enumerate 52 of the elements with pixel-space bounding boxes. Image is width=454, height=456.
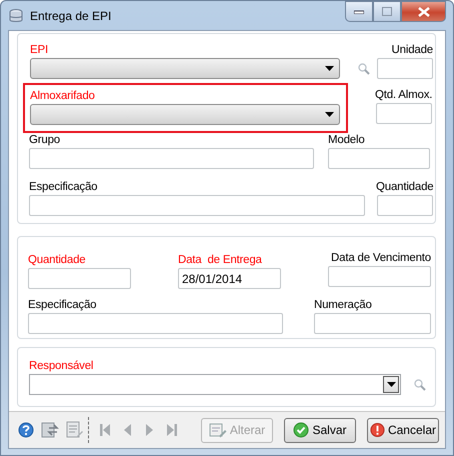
minimize-button[interactable]: [345, 1, 373, 22]
previous-icon[interactable]: [124, 423, 132, 437]
field-label: Data de Vencimento: [331, 251, 431, 266]
caret-icon: [325, 112, 334, 117]
field-label: Grupo: [29, 133, 60, 148]
field-label: Qtd. Almox.: [375, 88, 432, 103]
text-field[interactable]: [377, 58, 433, 79]
field-label: Quantidade: [376, 180, 434, 195]
first-record-icon[interactable]: [99, 423, 111, 437]
text-field[interactable]: [376, 103, 432, 124]
warning-icon: [370, 422, 385, 438]
search-icon[interactable]: [414, 378, 426, 390]
save-button[interactable]: Salvar: [284, 418, 356, 442]
field-label: Especificação: [28, 298, 96, 313]
text-field[interactable]: [377, 195, 434, 216]
field-label: Modelo: [328, 133, 365, 148]
help-icon[interactable]: [18, 422, 34, 438]
cancel-button[interactable]: Cancelar: [367, 418, 439, 442]
field-label: Almoxarifado: [30, 89, 96, 104]
field-label: Quantidade: [28, 253, 86, 268]
minimize-icon: [354, 10, 364, 14]
close-button[interactable]: [401, 1, 446, 22]
text-field[interactable]: [314, 313, 431, 334]
field-label: EPI: [30, 43, 49, 58]
text-field[interactable]: [29, 148, 314, 169]
text-field[interactable]: [328, 148, 430, 169]
close-icon: [418, 6, 430, 16]
check-icon: [293, 422, 310, 438]
field-label: Unidade: [392, 43, 433, 58]
field-label: Especificação: [29, 180, 98, 195]
dropdown[interactable]: [30, 104, 340, 125]
text-field[interactable]: [29, 195, 365, 216]
text-field[interactable]: [28, 268, 131, 289]
text-field[interactable]: [28, 313, 283, 334]
refresh-icon[interactable]: [41, 421, 59, 439]
dropdown[interactable]: [29, 374, 401, 395]
text-field[interactable]: 28/01/2014: [178, 268, 281, 289]
maximize-icon: [382, 7, 392, 16]
next-icon[interactable]: [145, 423, 153, 437]
caret-icon: [325, 66, 334, 71]
field-label: Responsável: [29, 359, 94, 374]
text-field[interactable]: [328, 266, 431, 287]
field-label: Numeração: [314, 298, 372, 313]
field-label: Data de Entrega: [178, 253, 262, 268]
dropdown[interactable]: [30, 58, 340, 79]
last-record-icon[interactable]: [166, 423, 178, 437]
caret-icon: [386, 382, 396, 387]
database-icon: [8, 8, 24, 24]
report-icon[interactable]: [66, 421, 84, 439]
edit-icon: [208, 422, 227, 438]
search-icon[interactable]: [358, 62, 370, 74]
window-title: Entrega de EPI: [30, 8, 112, 22]
